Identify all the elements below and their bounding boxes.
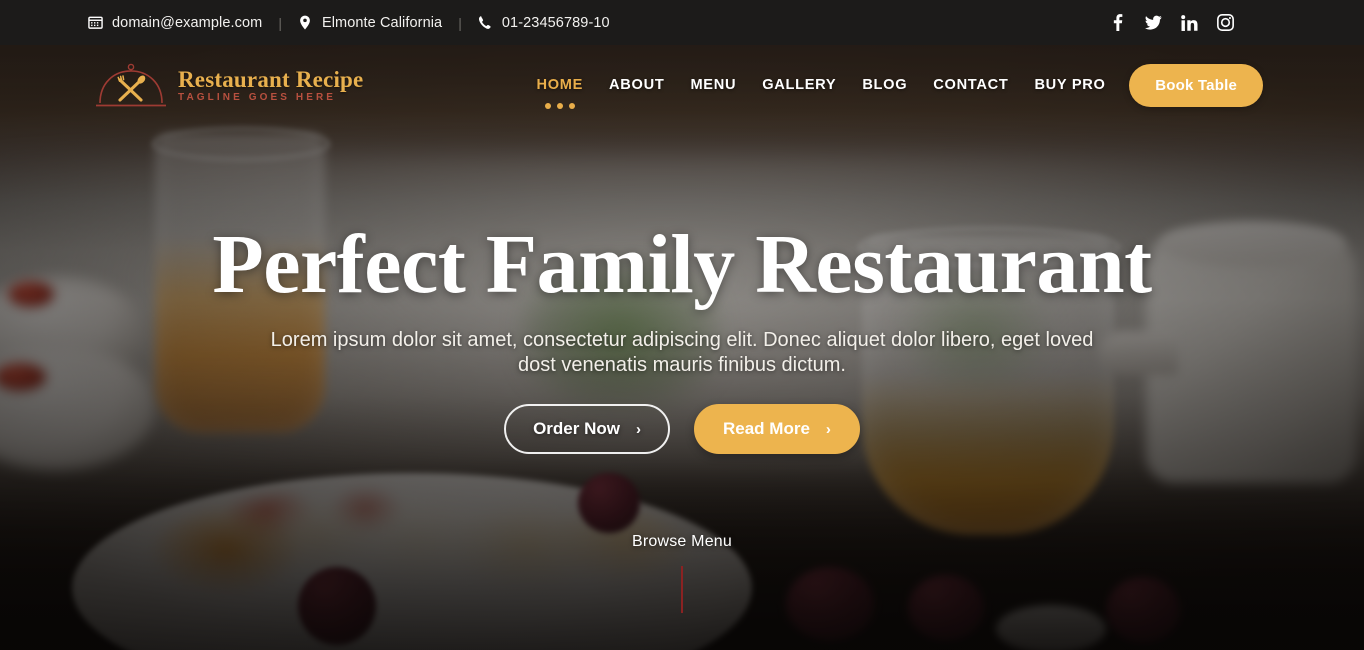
phone-info[interactable]: 01-23456789-10 [478,15,610,31]
location-info[interactable]: Elmonte California [298,15,442,31]
nav-item-menu[interactable]: MENU [677,77,749,93]
book-table-button[interactable]: Book Table [1129,63,1263,107]
page-root: domain@example.com | Elmonte California … [0,0,1364,650]
nav-label-home: HOME [536,77,584,93]
nav-item-home[interactable]: HOME [523,77,596,109]
twitter-icon[interactable] [1145,14,1162,31]
order-now-button[interactable]: Order Now › [504,404,670,454]
topbar-separator-1: | [278,14,282,31]
phone-icon [478,15,493,30]
browse-menu-scroll-cue[interactable]: Browse Menu [632,533,732,613]
top-contact-info: domain@example.com | Elmonte California … [88,15,610,31]
read-more-label: Read More [722,419,810,438]
phone-text: 01-23456789-10 [501,14,610,31]
email-info[interactable]: domain@example.com [88,15,262,31]
instagram-icon[interactable] [1217,14,1234,31]
location-text: Elmonte California [321,14,443,31]
nav-item-blog[interactable]: BLOG [849,77,920,93]
map-pin-icon [298,15,313,30]
nav-item-contact[interactable]: CONTACT [920,77,1021,93]
main-navigation: HOME ABOUT MENU GALLERY BLOG CONTACT BUY… [523,77,1118,109]
cloche-crossed-cutlery-icon [94,59,168,111]
chevron-right-icon: › [635,420,641,438]
active-indicator-dots [544,103,575,109]
scroll-indicator-line [681,566,683,613]
read-more-button[interactable]: Read More › [693,404,860,454]
brand-text: Restaurant Recipe Tagline Goes Here [178,68,363,103]
topbar-separator-2: | [458,14,462,31]
brand-tagline: Tagline Goes Here [178,91,337,103]
nav-item-about[interactable]: ABOUT [596,77,677,93]
browse-menu-label: Browse Menu [631,533,733,550]
chevron-right-icon: › [825,420,831,438]
order-now-label: Order Now [533,419,620,438]
nav-item-gallery[interactable]: GALLERY [749,77,849,93]
top-contact-bar: domain@example.com | Elmonte California … [0,0,1364,45]
brand-name: Restaurant Recipe [178,66,364,92]
site-header: Restaurant Recipe Tagline Goes Here HOME… [0,45,1364,125]
nav-item-buy-pro[interactable]: BUY PRO [1021,77,1118,93]
facebook-icon[interactable] [1109,14,1126,31]
envelope-icon [88,15,103,30]
linkedin-icon[interactable] [1181,14,1198,31]
hero-cta-group: Order Now › Read More › [504,404,860,454]
brand-logo[interactable]: Restaurant Recipe Tagline Goes Here [94,59,363,111]
email-text: domain@example.com [112,14,263,31]
social-links [1109,14,1234,31]
